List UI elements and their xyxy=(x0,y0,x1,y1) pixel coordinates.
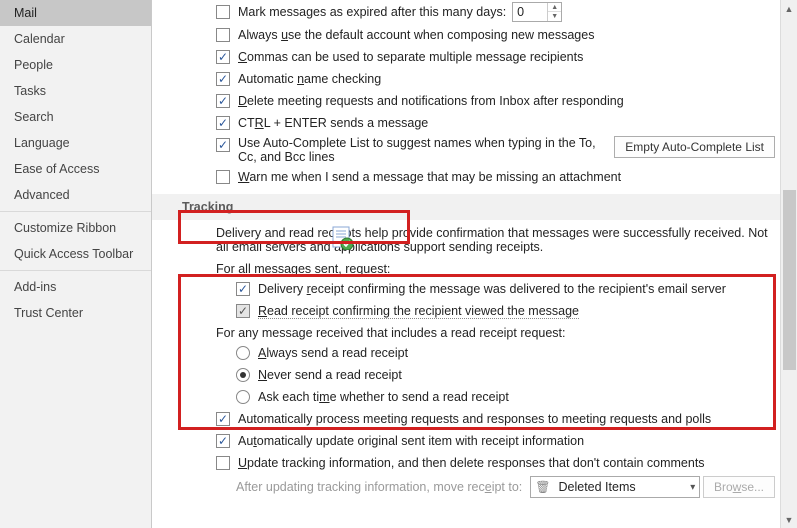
radio-always-send[interactable] xyxy=(236,346,250,360)
folder-combo[interactable]: 🗑 Deleted Items ▾ xyxy=(530,476,700,498)
checkbox-autocomplete[interactable] xyxy=(216,138,230,152)
label-read-receipt: Read receipt confirming the recipient vi… xyxy=(258,304,579,319)
folder-combo-value: Deleted Items xyxy=(559,480,636,494)
empty-autocomplete-button[interactable]: Empty Auto-Complete List xyxy=(614,136,775,158)
label-delivery-receipt: Delivery receipt confirming the message … xyxy=(258,282,726,296)
sidebar-item-ease-of-access[interactable]: Ease of Access xyxy=(0,156,151,182)
spinner-arrows[interactable]: ▲▼ xyxy=(547,3,561,21)
checkbox-auto-update[interactable] xyxy=(216,434,230,448)
scroll-up-arrow[interactable]: ▲ xyxy=(781,0,797,17)
checkbox-warn-attachment[interactable] xyxy=(216,170,230,184)
scroll-thumb[interactable] xyxy=(783,190,796,370)
checkbox-default-account[interactable] xyxy=(216,28,230,42)
label-for-any: For any message received that includes a… xyxy=(152,322,797,342)
label-for-all: For all messages sent, request: xyxy=(152,258,797,278)
sidebar-item-advanced[interactable]: Advanced xyxy=(0,182,151,208)
label-update-tracking: Update tracking information, and then de… xyxy=(238,456,705,470)
label-auto-update: Automatically update original sent item … xyxy=(238,434,584,448)
label-default-account: Always use the default account when comp… xyxy=(238,28,594,42)
sidebar-item-quick-access-toolbar[interactable]: Quick Access Toolbar xyxy=(0,241,151,267)
sidebar-item-mail[interactable]: Mail xyxy=(0,0,151,26)
checkbox-update-tracking[interactable] xyxy=(216,456,230,470)
sidebar-item-search[interactable]: Search xyxy=(0,104,151,130)
trash-icon: 🗑 xyxy=(535,480,550,494)
radio-never-send[interactable] xyxy=(236,368,250,382)
label-delete-meeting: Delete meeting requests and notification… xyxy=(238,94,624,108)
sidebar-item-customize-ribbon[interactable]: Customize Ribbon xyxy=(0,215,151,241)
checkbox-commas[interactable] xyxy=(216,50,230,64)
label-always-send: Always send a read receipt xyxy=(258,346,408,360)
checkbox-auto-name[interactable] xyxy=(216,72,230,86)
label-after-update: After updating tracking information, mov… xyxy=(236,480,522,494)
tracking-description: Delivery and read receipts help provide … xyxy=(152,220,797,258)
label-mark-expired: Mark messages as expired after this many… xyxy=(238,5,506,19)
label-never-send: Never send a read receipt xyxy=(258,368,402,382)
checkbox-delivery-receipt[interactable] xyxy=(236,282,250,296)
section-header-tracking: Tracking xyxy=(152,194,797,220)
options-main-pane: Mark messages as expired after this many… xyxy=(152,0,797,528)
browse-button[interactable]: Browse... xyxy=(703,476,775,498)
checkbox-read-receipt[interactable] xyxy=(236,304,250,318)
radio-ask-each-time[interactable] xyxy=(236,390,250,404)
label-ask-each-time: Ask each time whether to send a read rec… xyxy=(258,390,509,404)
options-sidebar: Mail Calendar People Tasks Search Langua… xyxy=(0,0,152,528)
label-commas: Commas can be used to separate multiple … xyxy=(238,50,583,64)
sidebar-item-add-ins[interactable]: Add-ins xyxy=(0,274,151,300)
sidebar-item-tasks[interactable]: Tasks xyxy=(0,78,151,104)
label-warn-attachment: Warn me when I send a message that may b… xyxy=(238,170,621,184)
spinner-expire-days-value: 0 xyxy=(513,5,547,19)
spinner-expire-days[interactable]: 0 ▲▼ xyxy=(512,2,562,22)
sidebar-item-language[interactable]: Language xyxy=(0,130,151,156)
tracking-icon xyxy=(330,226,356,250)
sidebar-item-people[interactable]: People xyxy=(0,52,151,78)
label-autocomplete: Use Auto-Complete List to suggest names … xyxy=(238,136,598,164)
label-auto-process: Automatically process meeting requests a… xyxy=(238,412,711,426)
checkbox-mark-expired[interactable] xyxy=(216,5,230,19)
checkbox-auto-process[interactable] xyxy=(216,412,230,426)
chevron-down-icon: ▾ xyxy=(690,482,695,493)
label-auto-name: Automatic name checking xyxy=(238,72,381,86)
checkbox-ctrl-enter[interactable] xyxy=(216,116,230,130)
sidebar-item-calendar[interactable]: Calendar xyxy=(0,26,151,52)
checkbox-delete-meeting[interactable] xyxy=(216,94,230,108)
vertical-scrollbar[interactable]: ▲ ▼ xyxy=(780,0,797,528)
sidebar-item-trust-center[interactable]: Trust Center xyxy=(0,300,151,326)
scroll-down-arrow[interactable]: ▼ xyxy=(781,511,797,528)
label-ctrl-enter: CTRL + ENTER sends a message xyxy=(238,116,428,130)
